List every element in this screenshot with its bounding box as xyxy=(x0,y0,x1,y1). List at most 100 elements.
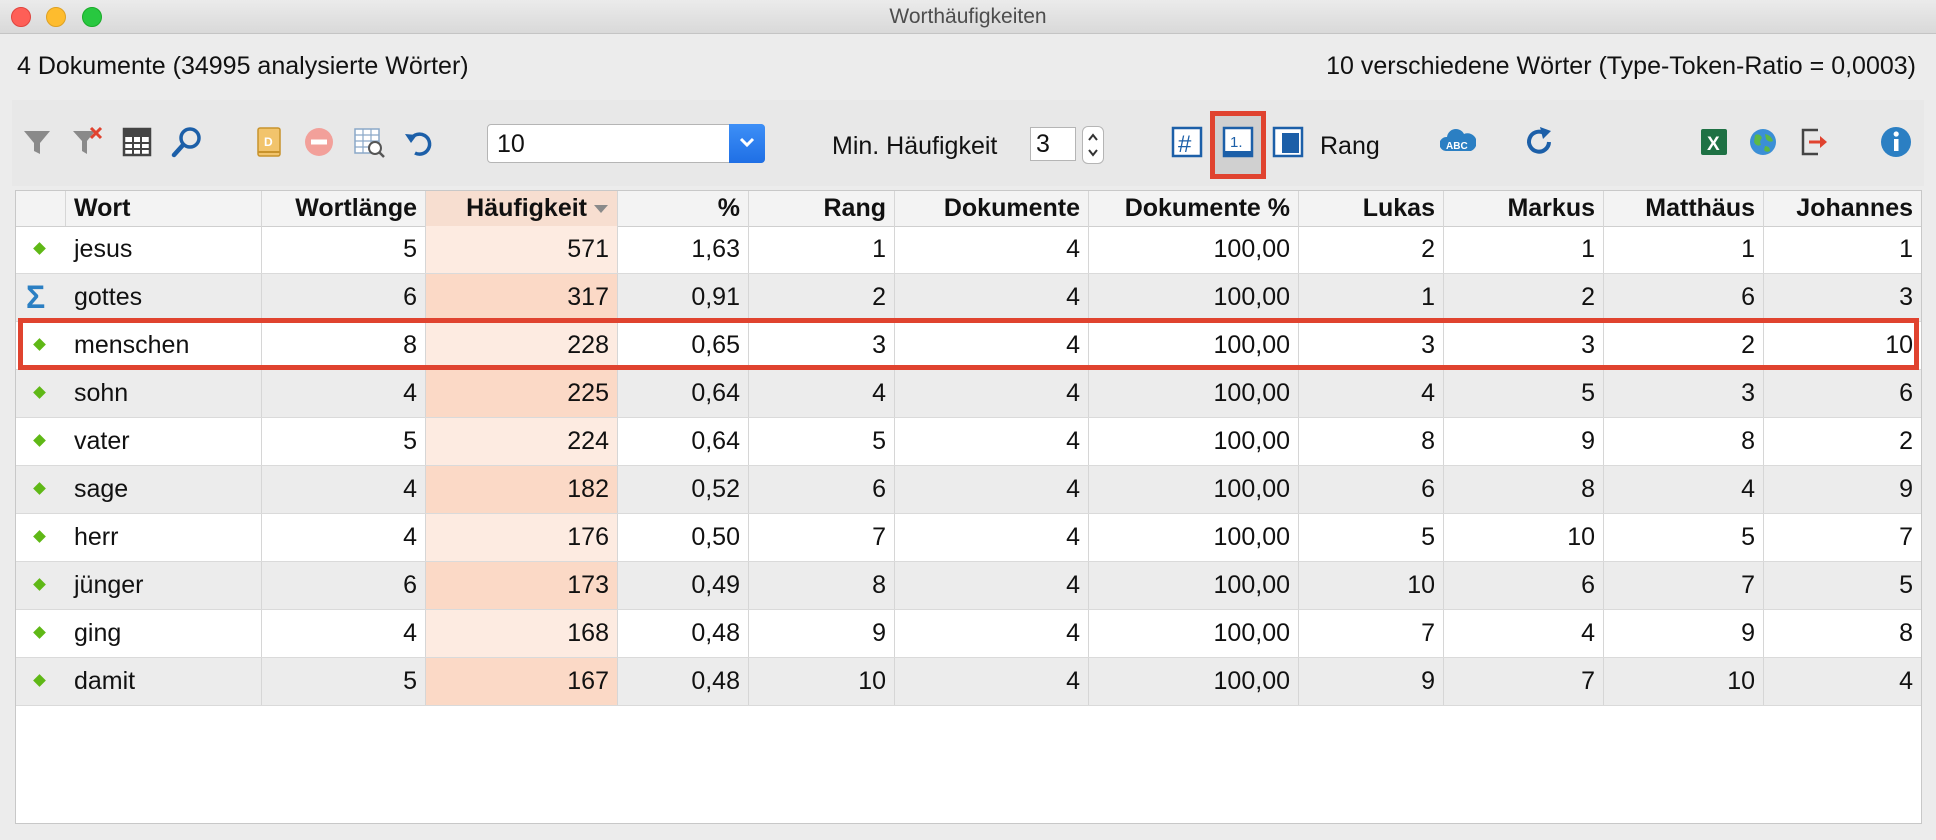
cell-markus: 6 xyxy=(1444,562,1604,609)
svg-text:ABC: ABC xyxy=(1446,141,1468,152)
table-row[interactable]: damit 5 167 0,48 10 4 100,00 9 7 10 4 xyxy=(16,658,1921,706)
column-header-matthaeus[interactable]: Matthäus xyxy=(1604,191,1764,226)
column-header-documents-percent[interactable]: Dokumente % xyxy=(1089,191,1299,226)
cell-documents: 4 xyxy=(895,658,1089,705)
remove-icon[interactable] xyxy=(302,125,336,159)
columns-icon[interactable] xyxy=(120,125,154,159)
table-row[interactable]: jünger 6 173 0,49 8 4 100,00 10 6 7 5 xyxy=(16,562,1921,610)
document-icon[interactable]: D xyxy=(252,125,286,159)
cell-frequency: 571 xyxy=(426,226,618,273)
cell-percent: 1,63 xyxy=(618,226,749,273)
clear-filter-icon[interactable] xyxy=(70,125,104,159)
result-count-combobox[interactable]: 10 xyxy=(487,124,765,163)
cell-documents: 4 xyxy=(895,418,1089,465)
cell-markus: 1 xyxy=(1444,226,1604,273)
rank-icon[interactable]: 1. xyxy=(1221,125,1255,159)
cell-frequency: 225 xyxy=(426,370,618,417)
cell-frequency: 168 xyxy=(426,610,618,657)
table-row[interactable]: jesus 5 571 1,63 1 4 100,00 2 1 1 1 xyxy=(16,226,1921,274)
cell-frequency: 176 xyxy=(426,514,618,561)
column-header-word[interactable]: Wort xyxy=(66,191,262,226)
cell-rank: 10 xyxy=(749,658,895,705)
cell-percent: 0,48 xyxy=(618,610,749,657)
refresh-icon[interactable] xyxy=(1522,125,1556,159)
chevron-down-icon[interactable] xyxy=(729,124,765,163)
cell-documents-percent: 100,00 xyxy=(1089,466,1299,513)
cell-frequency: 182 xyxy=(426,466,618,513)
cell-frequency: 224 xyxy=(426,418,618,465)
table-row[interactable]: sage 4 182 0,52 6 4 100,00 6 8 4 9 xyxy=(16,466,1921,514)
cell-matthaeus: 4 xyxy=(1604,466,1764,513)
table-row[interactable]: herr 4 176 0,50 7 4 100,00 5 10 5 7 xyxy=(16,514,1921,562)
cell-matthaeus: 5 xyxy=(1604,514,1764,561)
cell-word: menschen xyxy=(66,322,262,369)
cell-johannes: 9 xyxy=(1899,475,1913,503)
filter-icon[interactable] xyxy=(20,125,54,159)
diamond-icon xyxy=(16,226,63,273)
cell-documents: 4 xyxy=(895,466,1089,513)
app-window: Worthäufigkeiten 4 Dokumente (34995 anal… xyxy=(0,0,1936,840)
table-search-icon[interactable] xyxy=(352,125,386,159)
min-frequency-stepper[interactable] xyxy=(1082,126,1104,164)
diamond-icon xyxy=(16,514,63,561)
search-icon[interactable] xyxy=(170,125,204,159)
diamond-icon xyxy=(16,610,63,657)
column-header-lukas[interactable]: Lukas xyxy=(1299,191,1444,226)
cell-word-length: 5 xyxy=(262,226,426,273)
cell-markus: 9 xyxy=(1444,418,1604,465)
cell-documents-percent: 100,00 xyxy=(1089,274,1299,321)
table-row[interactable]: Σgottes 6 317 0,91 2 4 100,00 1 2 6 3 xyxy=(16,274,1921,322)
cell-rank: 7 xyxy=(749,514,895,561)
diamond-icon xyxy=(16,466,63,513)
sigma-glyph: Σ xyxy=(26,279,46,315)
column-header-word-length[interactable]: Wortlänge xyxy=(262,191,426,226)
cell-johannes: 1 xyxy=(1899,235,1913,263)
cell-percent: 0,50 xyxy=(618,514,749,561)
cell-documents: 4 xyxy=(895,370,1089,417)
cell-matthaeus: 6 xyxy=(1604,274,1764,321)
column-header-frequency[interactable]: Häufigkeit xyxy=(426,191,618,226)
cell-johannes: 3 xyxy=(1899,283,1913,311)
diamond-icon xyxy=(16,418,63,465)
globe-icon[interactable] xyxy=(1746,125,1780,159)
cell-documents-percent: 100,00 xyxy=(1089,226,1299,273)
cell-documents: 4 xyxy=(895,514,1089,561)
cell-word-length: 5 xyxy=(262,418,426,465)
table-row[interactable]: ging 4 168 0,48 9 4 100,00 7 4 9 8 xyxy=(16,610,1921,658)
cell-rank: 6 xyxy=(749,466,895,513)
column-header-documents[interactable]: Dokumente xyxy=(895,191,1089,226)
cell-markus: 4 xyxy=(1444,610,1604,657)
cell-johannes: 4 xyxy=(1899,667,1913,695)
cell-documents-percent: 100,00 xyxy=(1089,610,1299,657)
percent-icon[interactable] xyxy=(1271,125,1305,159)
excel-icon[interactable]: X xyxy=(1697,125,1731,159)
cell-markus: 8 xyxy=(1444,466,1604,513)
column-header-rank[interactable]: Rang xyxy=(749,191,895,226)
column-header-marker[interactable] xyxy=(16,191,66,226)
cell-frequency: 173 xyxy=(426,562,618,609)
sigma-icon: Σ xyxy=(16,274,63,321)
info-icon[interactable] xyxy=(1879,125,1913,159)
cell-rank: 2 xyxy=(749,274,895,321)
hash-icon[interactable]: # xyxy=(1170,125,1204,159)
cell-johannes: 6 xyxy=(1899,379,1913,407)
cell-matthaeus: 9 xyxy=(1604,610,1764,657)
table-row[interactable]: vater 5 224 0,64 5 4 100,00 8 9 8 2 xyxy=(16,418,1921,466)
type-token-summary: 10 verschiedene Wörter (Type-Token-Ratio… xyxy=(1326,52,1916,80)
cell-rank: 8 xyxy=(749,562,895,609)
diamond-glyph xyxy=(33,338,46,351)
cell-matthaeus: 7 xyxy=(1604,562,1764,609)
cell-matthaeus: 1 xyxy=(1604,226,1764,273)
table-row[interactable]: sohn 4 225 0,64 4 4 100,00 4 5 3 6 xyxy=(16,370,1921,418)
table-row[interactable]: menschen 8 228 0,65 3 4 100,00 3 3 2 10 xyxy=(16,322,1921,370)
combo-value: 10 xyxy=(497,130,525,158)
export-icon[interactable] xyxy=(1796,125,1830,159)
column-header-percent[interactable]: % xyxy=(618,191,749,226)
rank-label: Rang xyxy=(1320,132,1380,160)
cell-word: jünger xyxy=(66,562,262,609)
undo-icon[interactable] xyxy=(402,125,436,159)
word-cloud-icon[interactable]: ABC xyxy=(1439,125,1477,159)
min-frequency-field[interactable]: 3 xyxy=(1030,127,1076,161)
column-header-johannes[interactable]: Johannes xyxy=(1764,191,1921,226)
column-header-markus[interactable]: Markus xyxy=(1444,191,1604,226)
